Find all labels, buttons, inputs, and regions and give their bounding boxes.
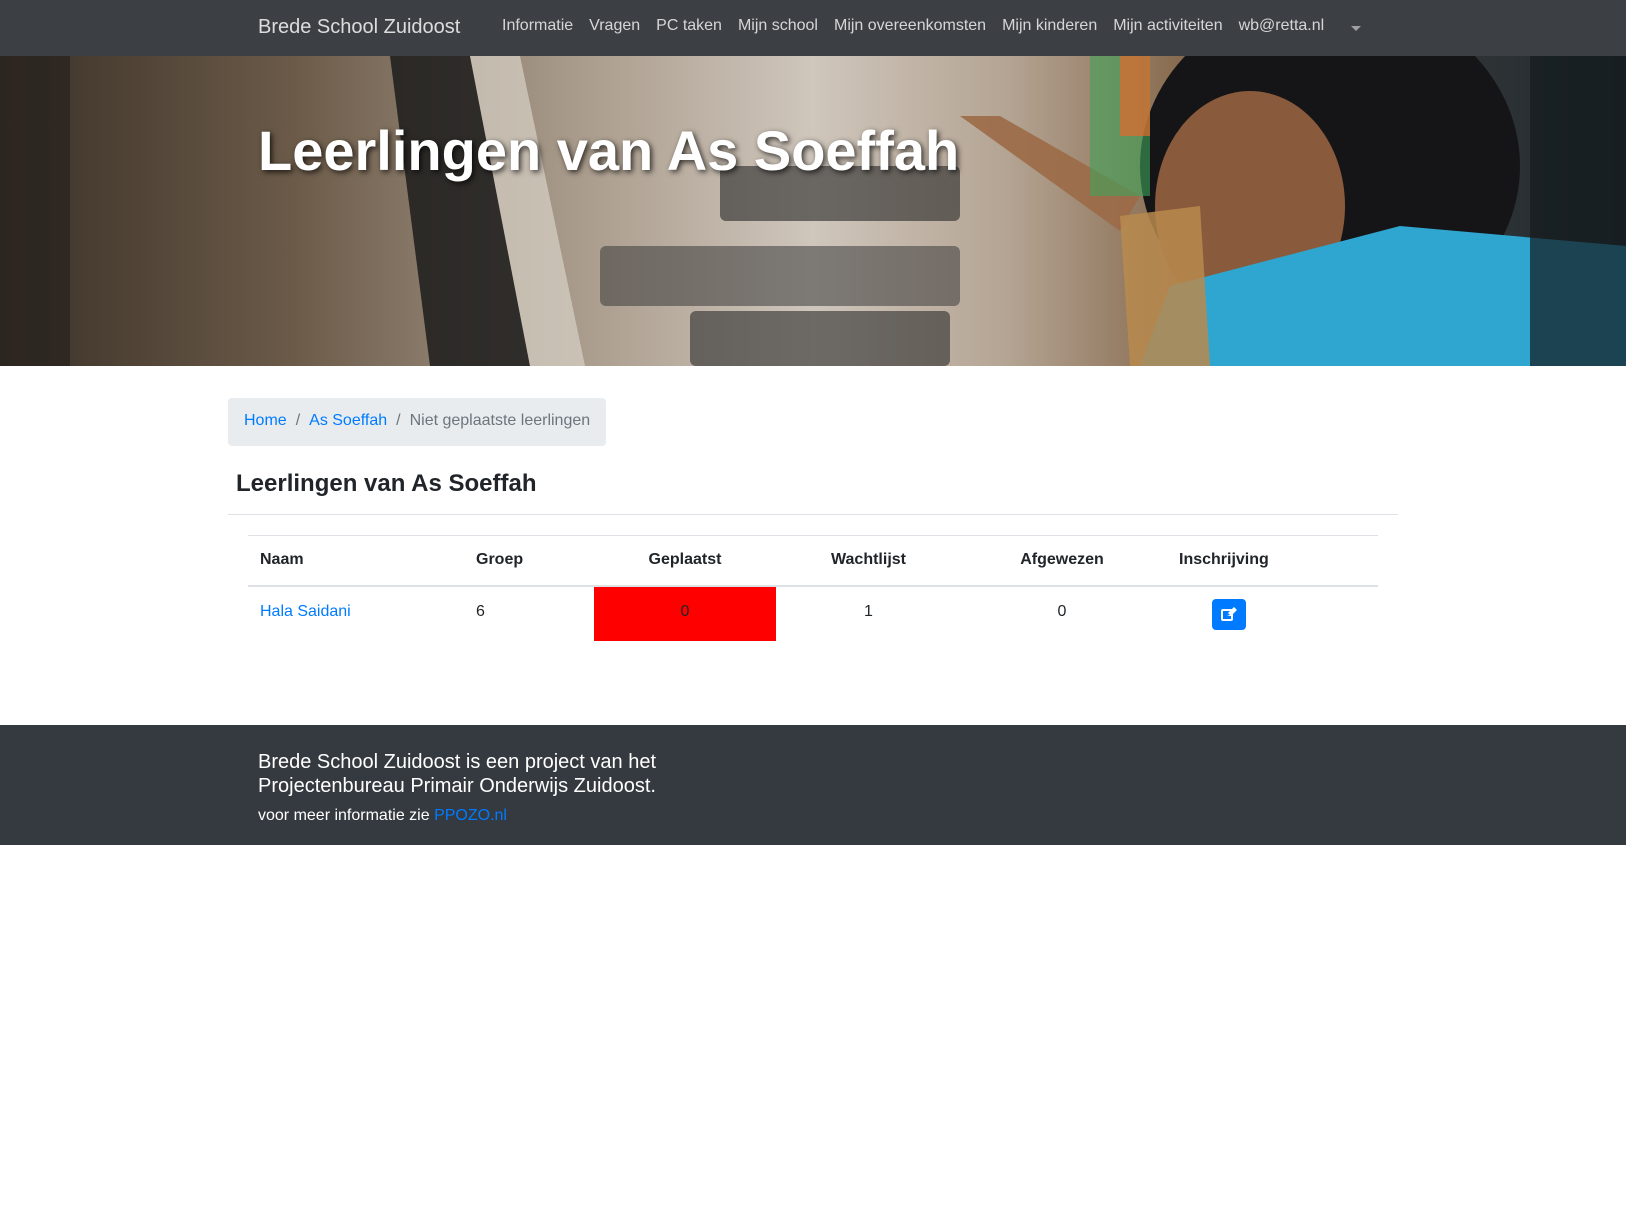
cell-groep: 6 <box>476 602 485 620</box>
nav-item-mijn-school[interactable]: Mijn school <box>738 17 818 35</box>
dropdown-caret-icon[interactable] <box>1351 26 1361 31</box>
column-header-wachtlijst: Wachtlijst <box>776 535 961 587</box>
hero-banner: Leerlingen van As Soeffah <box>0 56 1626 366</box>
breadcrumb: Home / As Soeffah / Niet geplaatste leer… <box>228 398 607 446</box>
nav-item-mijn-activiteiten[interactable]: Mijn activiteiten <box>1113 17 1222 35</box>
breadcrumb-home-link[interactable]: Home <box>244 412 287 446</box>
footer-more-prefix: voor meer informatie zie <box>258 807 430 824</box>
brand-link[interactable]: Brede School Zuidoost <box>258 16 460 39</box>
student-name-link[interactable]: Hala Saidani <box>260 603 351 620</box>
nav-item-pc-taken[interactable]: PC taken <box>656 17 722 35</box>
students-table: Naam Groep Geplaatst Wachtlijst Afgeweze… <box>248 535 1378 641</box>
footer-ppozo-link[interactable]: PPOZO.nl <box>434 807 507 824</box>
cell-inschrijving <box>1163 586 1378 641</box>
breadcrumb-separator: / <box>396 412 401 429</box>
cell-geplaatst: 0 <box>594 585 776 641</box>
page-title: Leerlingen van As Soeffah <box>236 470 537 497</box>
table-header-row: Naam Groep Geplaatst Wachtlijst Afgeweze… <box>248 535 1378 587</box>
column-header-afgewezen: Afgewezen <box>961 535 1163 587</box>
nav-item-informatie[interactable]: Informatie <box>502 17 573 35</box>
breadcrumb-school-link[interactable]: As Soeffah <box>309 412 387 446</box>
nav-menu: Informatie Vragen PC taken Mijn school M… <box>502 17 1340 35</box>
column-header-geplaatst: Geplaatst <box>594 535 776 587</box>
edit-registration-button[interactable] <box>1211 598 1246 630</box>
nav-item-mijn-kinderen[interactable]: Mijn kinderen <box>1002 17 1097 35</box>
cell-naam: Hala Saidani <box>248 586 464 641</box>
cell-afgewezen: 0 <box>1057 602 1067 620</box>
edit-icon <box>1220 606 1237 621</box>
hero-title: Leerlingen van As Soeffah <box>258 119 960 182</box>
nav-item-mijn-overeenkomsten[interactable]: Mijn overeenkomsten <box>834 17 986 35</box>
top-navbar: Brede School Zuidoost Informatie Vragen … <box>0 0 1626 56</box>
nav-item-vragen[interactable]: Vragen <box>589 17 640 35</box>
column-header-inschrijving: Inschrijving <box>1163 535 1378 587</box>
cell-wachtlijst: 1 <box>864 602 873 620</box>
hero-background-image <box>0 56 1626 366</box>
site-footer: Brede School Zuidoost is een project van… <box>0 725 1626 845</box>
footer-lead-text: Brede School Zuidoost is een project van… <box>258 751 657 797</box>
nav-item-user-account[interactable]: wb@retta.nl <box>1239 17 1325 35</box>
footer-more-info: voor meer informatie zie PPOZO.nl <box>258 807 507 825</box>
divider <box>228 514 1398 515</box>
breadcrumb-current: Niet geplaatste leerlingen <box>409 412 591 429</box>
students-table-container: Naam Groep Geplaatst Wachtlijst Afgeweze… <box>248 535 1378 641</box>
breadcrumb-separator: / <box>295 412 301 429</box>
table-row: Hala Saidani 6 0 1 0 <box>248 585 1378 641</box>
column-header-naam: Naam <box>248 535 464 587</box>
table-header: Naam Groep Geplaatst Wachtlijst Afgeweze… <box>248 535 1378 587</box>
table-body: Hala Saidani 6 0 1 0 <box>248 585 1378 641</box>
column-header-groep: Groep <box>464 535 594 587</box>
